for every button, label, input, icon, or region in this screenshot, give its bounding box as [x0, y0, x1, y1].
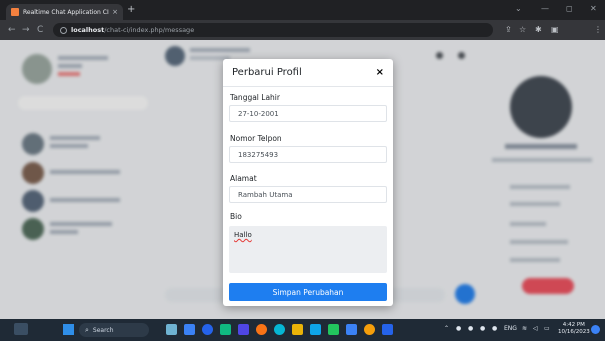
taskbar-app-icon[interactable]: [382, 324, 393, 335]
taskbar-app-icon[interactable]: [202, 324, 213, 335]
tab-title: Realtime Chat Application CI: [23, 8, 109, 16]
search-icon: ⌕: [85, 325, 89, 334]
tray-app-icon[interactable]: ●: [480, 325, 485, 332]
taskbar-search[interactable]: ⌕ Search: [79, 323, 149, 337]
address-input[interactable]: [229, 186, 387, 203]
search-label: Search: [92, 326, 114, 334]
tray-chevron-icon[interactable]: ⌃: [444, 325, 449, 332]
birth-date-label: Tanggal Lahir: [230, 93, 280, 102]
wifi-icon[interactable]: ≋: [522, 325, 527, 332]
new-tab-button[interactable]: +: [127, 4, 135, 16]
close-window-button[interactable]: ✕: [590, 4, 597, 13]
save-changes-button[interactable]: Simpan Perubahan: [229, 283, 387, 301]
tab-search-icon[interactable]: ⌄: [515, 4, 522, 13]
maximize-button[interactable]: ◻: [566, 4, 573, 13]
forward-button[interactable]: →: [22, 24, 30, 36]
bio-text: Hallo: [234, 231, 252, 239]
birth-date-input[interactable]: [229, 105, 387, 122]
menu-dots-icon[interactable]: ⋮: [594, 24, 602, 36]
clock-date: 10/16/2023: [558, 329, 590, 335]
taskbar-app-icon[interactable]: [328, 324, 339, 335]
taskbar-app-icon[interactable]: [310, 324, 321, 335]
taskbar-app-icon[interactable]: [364, 324, 375, 335]
reload-button[interactable]: C: [37, 24, 43, 36]
bio-textarea[interactable]: Hallo: [229, 226, 387, 273]
minimize-button[interactable]: —: [541, 4, 549, 13]
phone-label: Nomor Telpon: [230, 134, 282, 143]
taskbar-app-icon[interactable]: [184, 324, 195, 335]
battery-icon[interactable]: ▭: [544, 325, 550, 332]
share-icon[interactable]: ⇪: [505, 24, 512, 36]
sidepanel-icon[interactable]: ▣: [551, 24, 559, 36]
notification-icon[interactable]: [591, 325, 600, 334]
tray-app-icon[interactable]: ●: [492, 325, 497, 332]
address-bar[interactable]: localhost /chat-ci/index.php/message: [53, 23, 493, 37]
extensions-icon[interactable]: ✱: [535, 24, 542, 36]
taskbar-app-icon[interactable]: [274, 324, 285, 335]
modal-title: Perbarui Profil: [232, 67, 302, 78]
taskbar-app-icon[interactable]: [220, 324, 231, 335]
windows-taskbar: ⌕ Search ⌃ ● ● ● ● ENG ≋ ◁ ▭ 4:42 PM 10/…: [0, 319, 605, 341]
taskbar-app-icon[interactable]: [292, 324, 303, 335]
browser-tab[interactable]: Realtime Chat Application CI ×: [6, 4, 123, 20]
clock-time: 4:42 PM: [562, 322, 585, 328]
site-info-icon[interactable]: [60, 26, 67, 34]
app-favicon-icon: [11, 8, 19, 16]
bio-label: Bio: [230, 212, 242, 221]
taskbar-app-icon[interactable]: [346, 324, 357, 335]
tray-app-icon[interactable]: ●: [456, 325, 461, 332]
url-path: /chat-ci/index.php/message: [104, 26, 195, 34]
modal-close-button[interactable]: ×: [376, 67, 384, 78]
taskbar-app-icon[interactable]: [166, 324, 177, 335]
language-indicator[interactable]: ENG: [504, 325, 517, 332]
update-profile-modal: Perbarui Profil × Tanggal Lahir Nomor Te…: [223, 59, 393, 306]
browser-tab-bar: Realtime Chat Application CI × + ⌄ — ◻ ✕: [0, 0, 605, 20]
taskbar-app-icon[interactable]: [238, 324, 249, 335]
bookmark-star-icon[interactable]: ☆: [519, 24, 526, 36]
url-host: localhost: [71, 26, 105, 34]
taskbar-app-icon[interactable]: [256, 324, 267, 335]
browser-toolbar: ← → C localhost /chat-ci/index.php/messa…: [0, 20, 605, 56]
phone-input[interactable]: [229, 146, 387, 163]
tray-app-icon[interactable]: ●: [468, 325, 473, 332]
volume-icon[interactable]: ◁: [533, 325, 538, 332]
address-label: Alamat: [230, 174, 257, 183]
widgets-icon[interactable]: [14, 323, 28, 335]
back-button[interactable]: ←: [8, 24, 16, 36]
system-clock[interactable]: 4:42 PM 10/16/2023: [558, 322, 590, 336]
tab-close-icon[interactable]: ×: [112, 8, 118, 16]
modal-divider: [223, 86, 393, 87]
windows-start-icon[interactable]: [63, 324, 74, 335]
